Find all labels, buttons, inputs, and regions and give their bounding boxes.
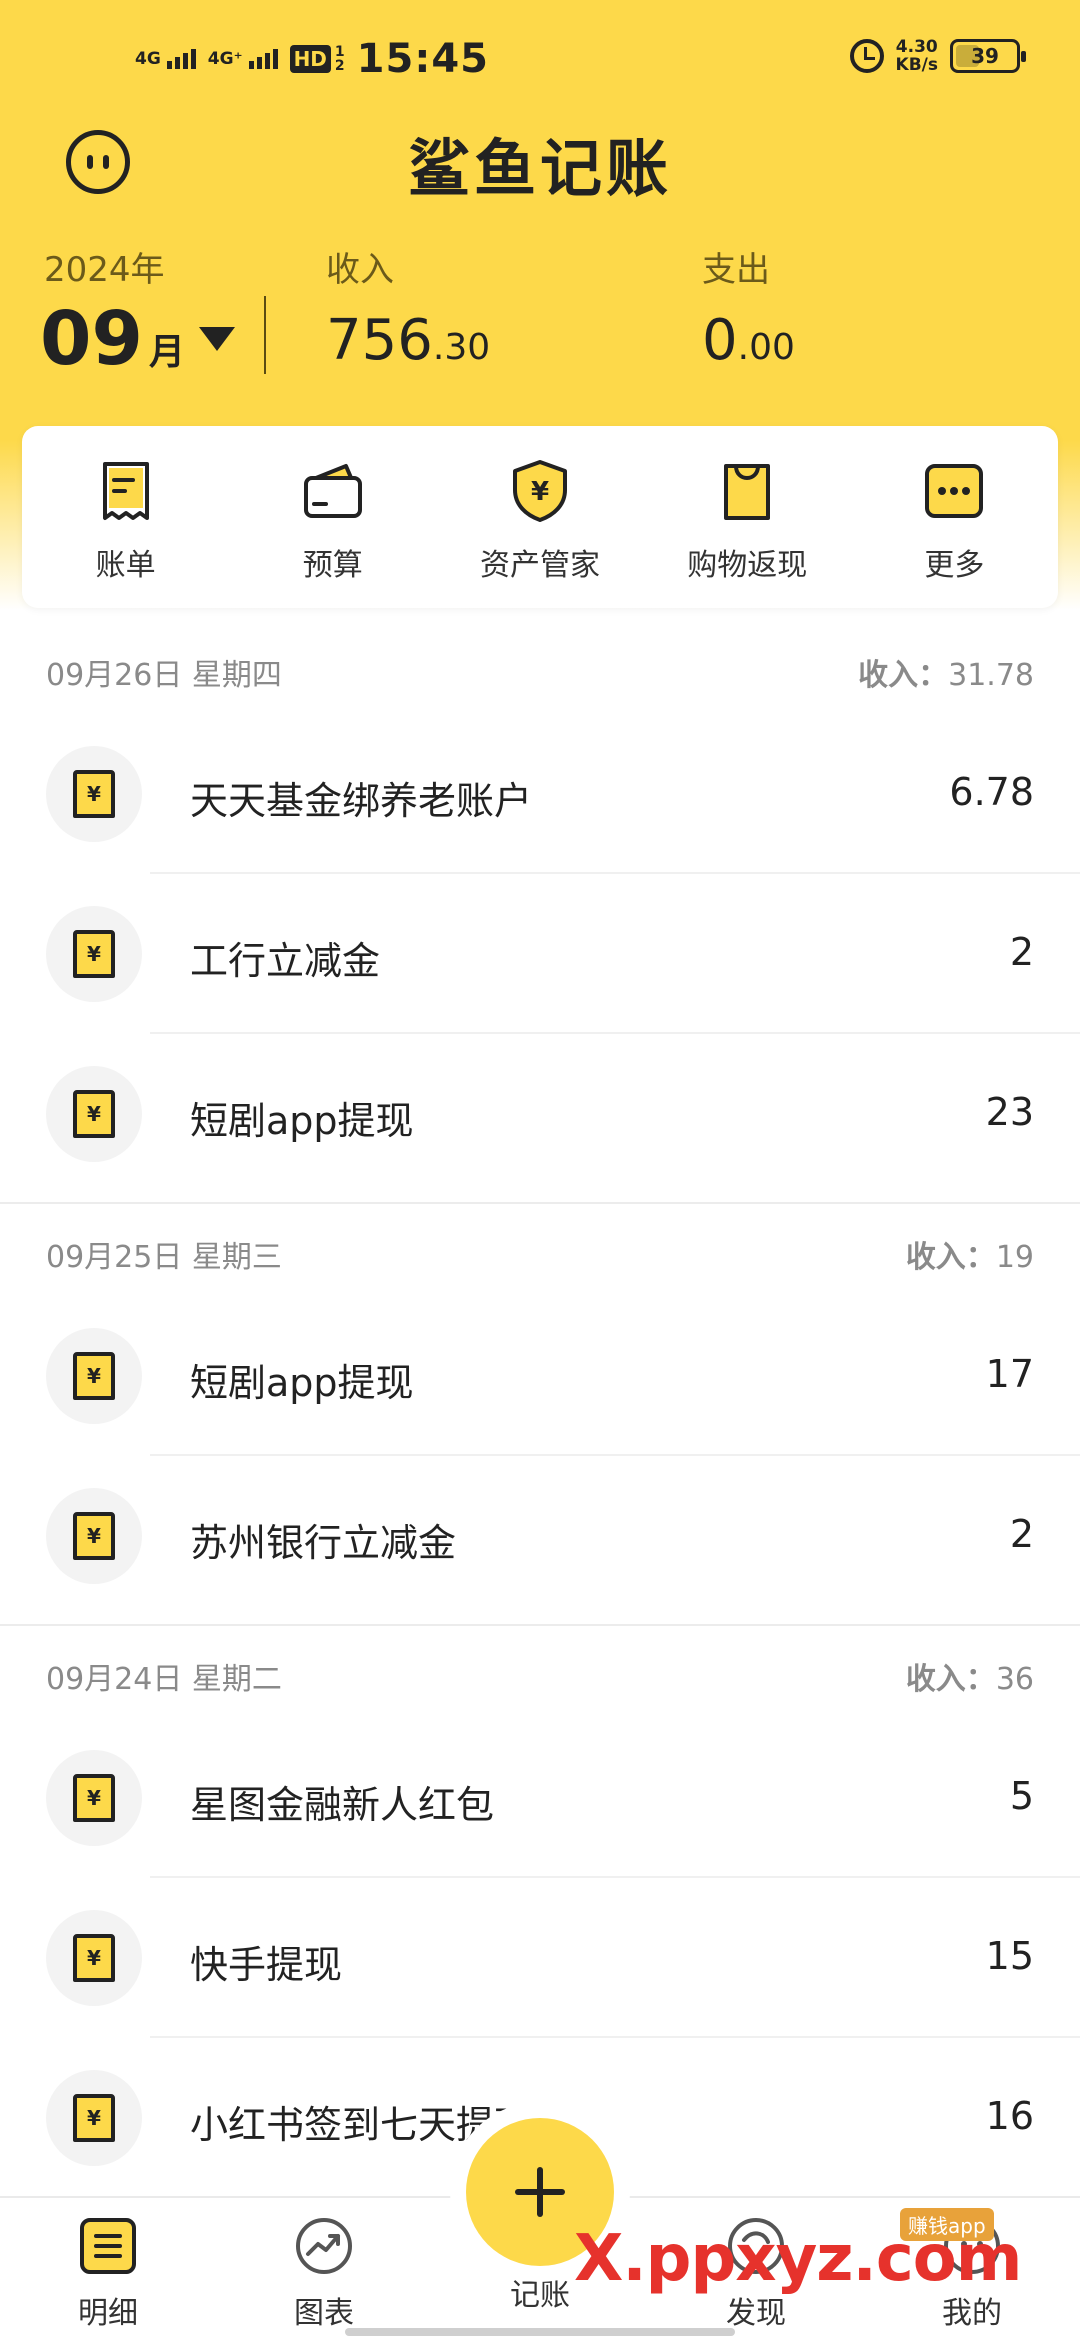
receipt-yen-icon: ¥ bbox=[73, 1774, 115, 1822]
receipt-yen-icon: ¥ bbox=[73, 1934, 115, 1982]
receipt-yen-icon: ¥ bbox=[73, 1512, 115, 1560]
transaction-row[interactable]: ¥ 天天基金绑养老账户 6.78 bbox=[0, 714, 1080, 874]
watermark-tag: 赚钱app bbox=[900, 2208, 994, 2241]
day-income-sum: 收入：31.78 bbox=[858, 658, 1034, 693]
transaction-row[interactable]: ¥ 工行立减金 2 bbox=[0, 874, 1080, 1034]
battery-level: 39 bbox=[971, 44, 999, 68]
transaction-amount: 17 bbox=[985, 1352, 1034, 1396]
day-header: 09月24日 星期二 收入：36 bbox=[0, 1628, 1080, 1722]
expense-label: 支出 bbox=[702, 250, 770, 290]
battery-icon: 39 bbox=[950, 39, 1026, 73]
transaction-name: 天天基金绑养老账户 bbox=[190, 779, 533, 823]
transaction-row[interactable]: ¥ 星图金融新人红包 5 bbox=[0, 1718, 1080, 1878]
receipt-yen-icon: ¥ bbox=[73, 1090, 115, 1138]
day-date: 09月24日 星期二 bbox=[46, 1662, 282, 1697]
app-title: 鲨鱼记账 bbox=[407, 132, 672, 205]
transaction-amount: 2 bbox=[1009, 930, 1034, 974]
transaction-amount: 15 bbox=[985, 1934, 1034, 1978]
year-label: 2024年 bbox=[44, 250, 165, 290]
month-unit: 月 bbox=[148, 332, 185, 373]
section-divider bbox=[0, 1202, 1080, 1204]
day-date: 09月25日 星期三 bbox=[46, 1240, 282, 1275]
quick-item-more[interactable]: 更多 bbox=[851, 426, 1058, 608]
hd-sim-indicator: 12 bbox=[334, 44, 345, 74]
signal-icon: 4G bbox=[135, 49, 196, 69]
tab-details[interactable]: 明细 bbox=[38, 2216, 178, 2332]
status-time: 15:45 bbox=[356, 36, 489, 82]
day-income-sum: 收入：36 bbox=[905, 1662, 1034, 1697]
receipt-yen-icon: ¥ bbox=[73, 770, 115, 818]
transaction-amount: 5 bbox=[1009, 1774, 1034, 1818]
day-date: 09月26日 星期四 bbox=[46, 658, 282, 693]
transaction-name: 工行立减金 bbox=[190, 939, 381, 983]
divider bbox=[264, 296, 266, 374]
transaction-amount: 2 bbox=[1009, 1512, 1034, 1556]
transaction-name: 短剧app提现 bbox=[190, 1099, 414, 1143]
status-bar: 4G 4G⁺ HD 12 15:45 4.30 KB/s 39 bbox=[0, 0, 1080, 120]
chart-icon bbox=[296, 2218, 352, 2274]
wallet-icon bbox=[303, 464, 362, 518]
transaction-name: 快手提现 bbox=[190, 1943, 343, 1987]
day-header: 09月26日 星期四 收入：31.78 bbox=[0, 624, 1080, 718]
quick-menu: 账单 预算 ¥ 资产管家 购物返现 更多 bbox=[22, 426, 1058, 608]
section-divider bbox=[0, 1624, 1080, 1626]
more-icon bbox=[925, 464, 984, 518]
shield-yen-icon: ¥ bbox=[513, 460, 567, 522]
transaction-name: 短剧app提现 bbox=[190, 1361, 414, 1405]
day-header: 09月25日 星期三 收入：19 bbox=[0, 1206, 1080, 1300]
quick-item-assets[interactable]: ¥ 资产管家 bbox=[436, 426, 643, 608]
tab-charts[interactable]: 图表 bbox=[254, 2216, 394, 2332]
expense-total: 0.00 bbox=[702, 308, 795, 373]
month-number: 09 bbox=[40, 296, 143, 382]
receipt-yen-icon: ¥ bbox=[73, 1352, 115, 1400]
home-indicator[interactable] bbox=[345, 2328, 735, 2336]
transaction-row[interactable]: ¥ 苏州银行立减金 2 bbox=[0, 1456, 1080, 1616]
network-type: 4G bbox=[135, 49, 161, 69]
receipt-yen-icon: ¥ bbox=[73, 2094, 115, 2142]
bill-icon bbox=[102, 462, 149, 520]
transaction-name: 星图金融新人红包 bbox=[190, 1783, 495, 1827]
receipt-yen-icon: ¥ bbox=[73, 930, 115, 978]
income-label: 收入 bbox=[326, 250, 394, 290]
quick-item-budget[interactable]: 预算 bbox=[229, 426, 436, 608]
caret-down-icon bbox=[199, 327, 235, 351]
signal-icon: 4G⁺ bbox=[208, 49, 278, 69]
shopping-bag-icon bbox=[724, 464, 771, 520]
transaction-amount: 23 bbox=[985, 1090, 1034, 1134]
transaction-row[interactable]: ¥ 短剧app提现 23 bbox=[0, 1034, 1080, 1194]
quick-item-cashback[interactable]: 购物返现 bbox=[644, 426, 851, 608]
quick-item-bill[interactable]: 账单 bbox=[22, 426, 229, 608]
transaction-row[interactable]: ¥ 短剧app提现 17 bbox=[0, 1296, 1080, 1456]
network-speed: 4.30 KB/s bbox=[895, 37, 938, 75]
list-icon bbox=[80, 2218, 136, 2274]
day-income-sum: 收入：19 bbox=[905, 1240, 1034, 1275]
transaction-amount: 6.78 bbox=[949, 770, 1034, 814]
transaction-amount: 16 bbox=[985, 2094, 1034, 2138]
transaction-name: 苏州银行立减金 bbox=[190, 1521, 457, 1565]
svg-text:¥: ¥ bbox=[531, 477, 549, 507]
hd-voice-icon: HD bbox=[289, 45, 331, 73]
month-picker[interactable]: 09 月 bbox=[40, 296, 235, 382]
income-total: 756.30 bbox=[326, 308, 491, 373]
alarm-icon bbox=[849, 39, 884, 73]
transaction-row[interactable]: ¥ 快手提现 15 bbox=[0, 1878, 1080, 2038]
network-type: 4G⁺ bbox=[207, 49, 243, 69]
